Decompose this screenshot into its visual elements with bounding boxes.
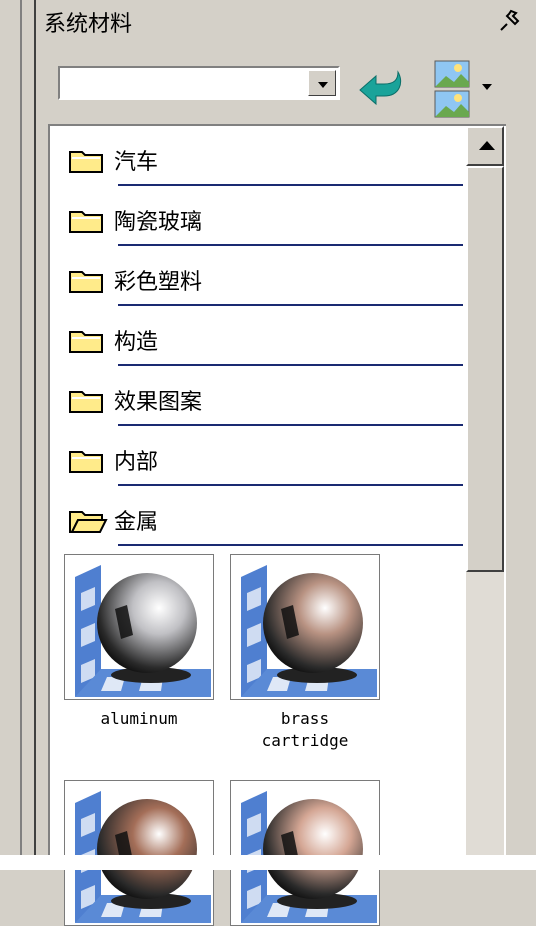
panel-left-border — [0, 0, 38, 855]
bottom-strip — [0, 855, 536, 870]
material-browser-list[interactable]: 汽车陶瓷玻璃彩色塑料构造效果图案内部金属 aluminum brass cartri… — [48, 124, 506, 926]
material-sphere-preview — [67, 783, 211, 923]
folder-open-icon — [69, 511, 108, 533]
material-label: brass cartridge — [220, 708, 390, 752]
material-thumbnail[interactable] — [230, 780, 380, 926]
view-mode-icon[interactable] — [434, 60, 470, 118]
view-dropdown-icon[interactable] — [480, 82, 494, 92]
material-thumbnail[interactable] — [64, 554, 214, 700]
folder-separator — [118, 184, 463, 186]
folder-label: 汽车 — [114, 150, 159, 175]
dropdown-arrow-icon — [318, 82, 328, 88]
back-arrow-icon[interactable] — [356, 68, 408, 110]
folder-icon — [69, 451, 103, 473]
folder-icon — [69, 331, 103, 353]
panel-title: 系统材料 — [44, 12, 133, 37]
folder-label: 陶瓷玻璃 — [114, 210, 203, 235]
scroll-up-icon — [479, 141, 495, 150]
folder-separator — [118, 484, 463, 486]
pin-icon[interactable] — [497, 8, 523, 34]
scroll-up-button[interactable] — [466, 126, 504, 166]
folder-icon — [69, 391, 103, 413]
folder-label: 金属 — [114, 510, 159, 535]
material-label: aluminum — [54, 708, 224, 730]
folder-separator — [118, 244, 463, 246]
folder-icon — [69, 211, 103, 233]
folder-separator — [118, 304, 463, 306]
material-label-line1: brass — [280, 709, 330, 728]
material-library-combo[interactable] — [58, 66, 340, 100]
folder-separator — [118, 424, 463, 426]
folder-separator — [118, 544, 463, 546]
material-label-line2: cartridge — [261, 731, 349, 750]
folder-label: 内部 — [114, 450, 159, 475]
material-sphere-preview — [233, 783, 377, 923]
folder-label: 构造 — [114, 330, 159, 355]
material-sphere-preview — [67, 557, 211, 697]
folder-label: 彩色塑料 — [114, 270, 203, 295]
folder-icon — [69, 271, 103, 293]
material-thumbnail[interactable] — [64, 780, 214, 926]
material-thumbnail[interactable] — [230, 554, 380, 700]
scrollbar-thumb[interactable] — [466, 166, 504, 572]
combo-dropdown-button[interactable] — [308, 70, 336, 96]
folder-icon — [69, 151, 103, 173]
vertical-scrollbar[interactable] — [466, 126, 504, 855]
material-label-line1: aluminum — [100, 709, 178, 728]
folder-separator — [118, 364, 463, 366]
folder-label: 效果图案 — [114, 390, 203, 415]
material-sphere-preview — [233, 557, 377, 697]
